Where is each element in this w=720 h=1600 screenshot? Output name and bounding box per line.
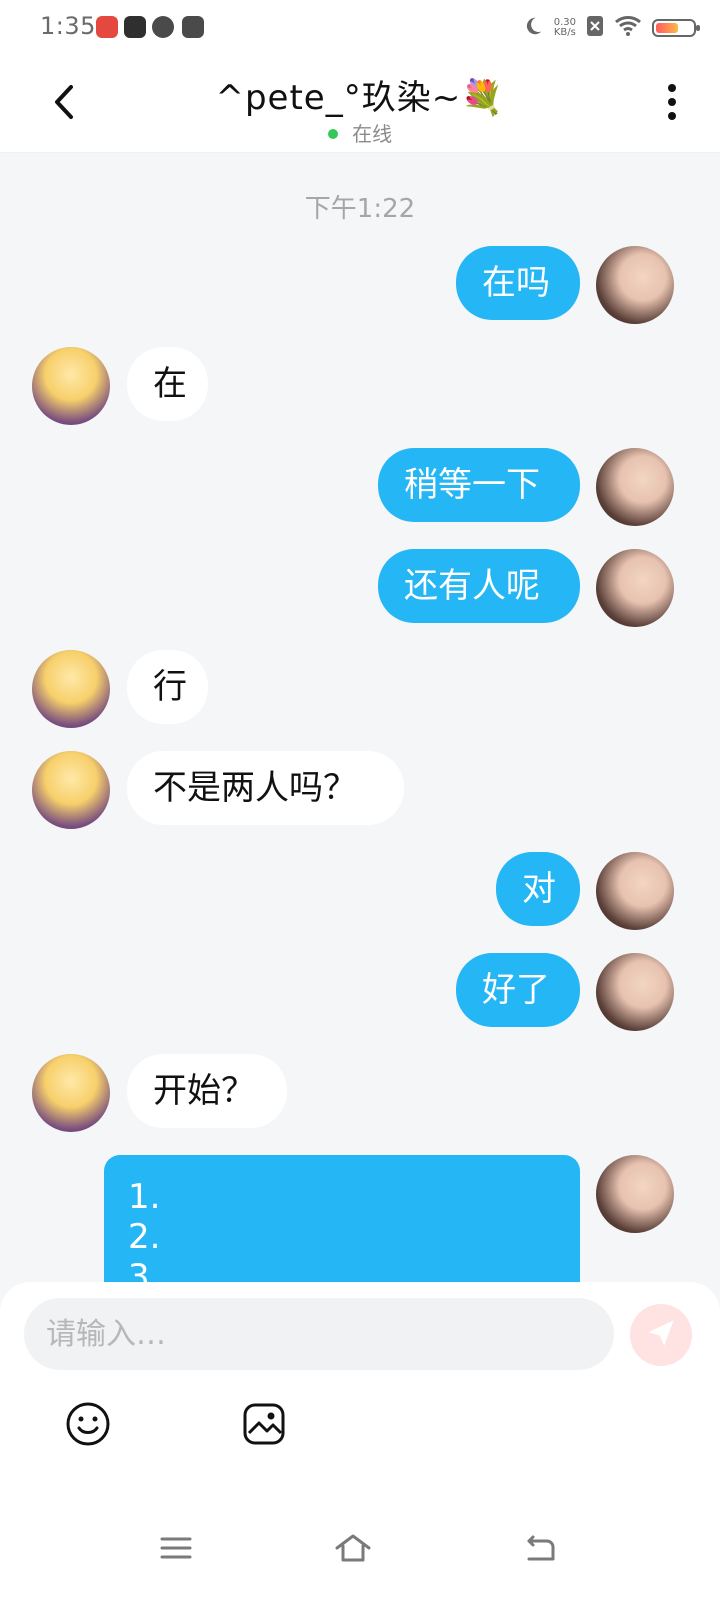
menu-icon [159,1534,193,1566]
online-status-text: 在线 [352,122,393,146]
message-text: 稍等一下 [404,465,540,505]
message-bubble-received[interactable]: 行 [127,650,208,724]
wifi-icon [614,15,642,41]
moon-icon [522,15,544,41]
message-text: 还有人呢 [404,566,540,606]
app-notification-icon-4 [182,16,204,38]
message-bubble-sent[interactable]: 稍等一下 [378,448,580,522]
vertical-dots-icon [667,83,677,125]
contact-avatar[interactable] [32,751,110,829]
message-bubble-sent[interactable]: 还有人呢 [378,549,580,623]
system-nav-bar [0,1500,720,1600]
message-bubble-received[interactable]: 开始？ [127,1054,287,1128]
message-text: 对 [522,869,556,909]
status-right: 0.30 KB/s [522,14,700,42]
contact-avatar[interactable] [32,1054,110,1132]
message-bubble-sent[interactable]: 对 [496,852,580,926]
no-sim-icon [586,15,604,41]
message-timestamp: 下午1:22 [304,194,416,224]
message-text: 开始？ [153,1071,255,1111]
net-speed: 0.30 KB/s [554,18,576,38]
battery-icon [652,19,700,37]
back-nav-icon [523,1533,557,1567]
contact-avatar[interactable] [32,650,110,728]
net-speed-unit: KB/s [553,27,576,38]
contact-avatar[interactable] [32,347,110,425]
my-avatar[interactable] [596,448,674,526]
my-avatar[interactable] [596,1155,674,1233]
image-button[interactable] [238,1400,290,1452]
my-avatar[interactable] [596,953,674,1031]
send-button[interactable] [630,1304,692,1366]
message-text: 不是两人吗？ [153,768,357,808]
online-dot-icon [327,128,338,139]
my-avatar[interactable] [596,852,674,930]
app-notification-icon-1 [96,16,118,38]
list-line: 1. [128,1177,161,1217]
message-bubble-received[interactable]: 不是两人吗？ [127,751,404,825]
home-button[interactable] [321,1524,385,1576]
status-bar: 1:35 0.30 KB/s [0,0,720,56]
message-bubble-sent-list[interactable]: 1. 2. 3. [104,1155,580,1302]
online-status: 在线 [0,118,720,147]
more-options-button[interactable] [660,80,684,128]
message-input[interactable] [24,1298,614,1370]
message-bubble-sent[interactable]: 好了 [456,953,580,1027]
message-text: 在吗 [482,263,550,303]
my-avatar[interactable] [596,549,674,627]
back-nav-button[interactable] [508,1524,572,1576]
home-icon [333,1532,373,1568]
chat-header: ^pete_°玖染~💐 在线 [0,56,720,153]
emoji-icon [65,1401,111,1451]
recent-apps-button[interactable] [144,1524,208,1576]
message-text: 行 [153,667,187,707]
chat-thread[interactable]: 下午1:22 在吗 在 稍等一下 还有人呢 行 不是两人吗？ 对 好了 开始？ [0,152,720,1302]
message-bubble-received[interactable]: 在 [127,347,208,421]
emoji-button[interactable] [62,1400,114,1452]
message-bubble-sent[interactable]: 在吗 [456,246,580,320]
status-time: 1:35 [40,12,96,40]
app-notification-icon-3 [152,16,174,38]
send-icon [644,1316,678,1354]
list-line: 2. [128,1217,161,1257]
message-text: 好了 [482,970,550,1010]
image-icon [241,1401,287,1451]
my-avatar[interactable] [596,246,674,324]
contact-name: ^pete_°玖染~💐 [215,78,505,118]
message-text: 在 [153,364,187,404]
app-notification-icon-2 [124,16,146,38]
